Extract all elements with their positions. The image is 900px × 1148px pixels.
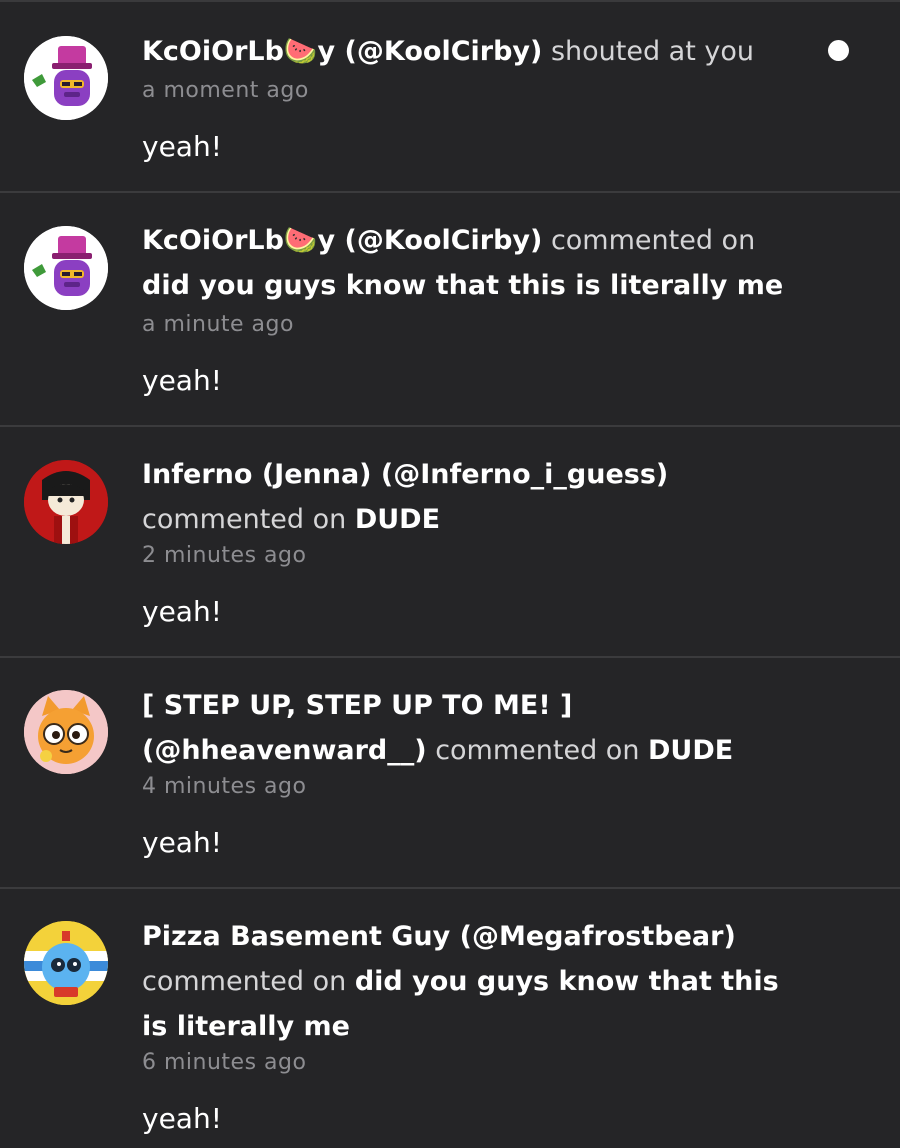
timestamp: 6 minutes ago	[142, 1050, 307, 1075]
author-link[interactable]: KcOiOrLb🍉y (@KoolCirby)	[142, 36, 542, 67]
unread-indicator-icon	[828, 40, 849, 61]
timestamp: a minute ago	[142, 312, 294, 337]
author-link[interactable]: Pizza Basement Guy (@Megafrostbear)	[142, 921, 736, 952]
purple-wizard-avatar-icon[interactable]	[24, 36, 108, 120]
message-text: yeah!	[142, 1102, 222, 1135]
notification-item[interactable]: Pizza Basement Guy (@Megafrostbear) comm…	[0, 889, 900, 1148]
action-text: commented on	[426, 735, 649, 766]
action-text: shouted at you	[542, 36, 754, 67]
notification-headline: Pizza Basement Guy (@Megafrostbear) comm…	[142, 914, 802, 1049]
blue-robot-avatar-icon[interactable]	[24, 921, 108, 1005]
post-link[interactable]: DUDE	[648, 735, 733, 766]
timestamp: 2 minutes ago	[142, 543, 307, 568]
post-link[interactable]: DUDE	[355, 504, 440, 535]
notification-item[interactable]: KcOiOrLb🍉y (@KoolCirby) commented on did…	[0, 193, 900, 427]
message-text: yeah!	[142, 595, 222, 628]
notification-headline: Inferno (Jenna) (@Inferno_i_guess) comme…	[142, 452, 802, 542]
red-character-avatar-icon[interactable]	[24, 460, 108, 544]
orange-cat-avatar-icon[interactable]	[24, 690, 108, 774]
action-text: commented on	[542, 225, 756, 256]
message-text: yeah!	[142, 826, 222, 859]
author-link[interactable]: Inferno (Jenna) (@Inferno_i_guess)	[142, 459, 668, 490]
timestamp: a moment ago	[142, 78, 309, 103]
purple-wizard-avatar-icon[interactable]	[24, 226, 108, 310]
post-link[interactable]: did you guys know that this is literally…	[142, 270, 783, 301]
message-text: yeah!	[142, 364, 222, 397]
notification-item[interactable]: Inferno (Jenna) (@Inferno_i_guess) comme…	[0, 427, 900, 658]
action-text: commented on	[142, 966, 355, 997]
notification-headline: [ STEP UP, STEP UP TO ME! ] (@hheavenwar…	[142, 683, 802, 773]
timestamp: 4 minutes ago	[142, 774, 307, 799]
notification-feed: KcOiOrLb🍉y (@KoolCirby) shouted at you a…	[0, 0, 900, 1148]
notification-headline: KcOiOrLb🍉y (@KoolCirby) commented on did…	[142, 218, 802, 308]
action-text: commented on	[142, 504, 355, 535]
notification-item[interactable]: [ STEP UP, STEP UP TO ME! ] (@hheavenwar…	[0, 658, 900, 889]
notification-headline: KcOiOrLb🍉y (@KoolCirby) shouted at you	[142, 29, 802, 74]
notification-item[interactable]: KcOiOrLb🍉y (@KoolCirby) shouted at you a…	[0, 0, 900, 193]
author-link[interactable]: KcOiOrLb🍉y (@KoolCirby)	[142, 225, 542, 256]
message-text: yeah!	[142, 130, 222, 163]
